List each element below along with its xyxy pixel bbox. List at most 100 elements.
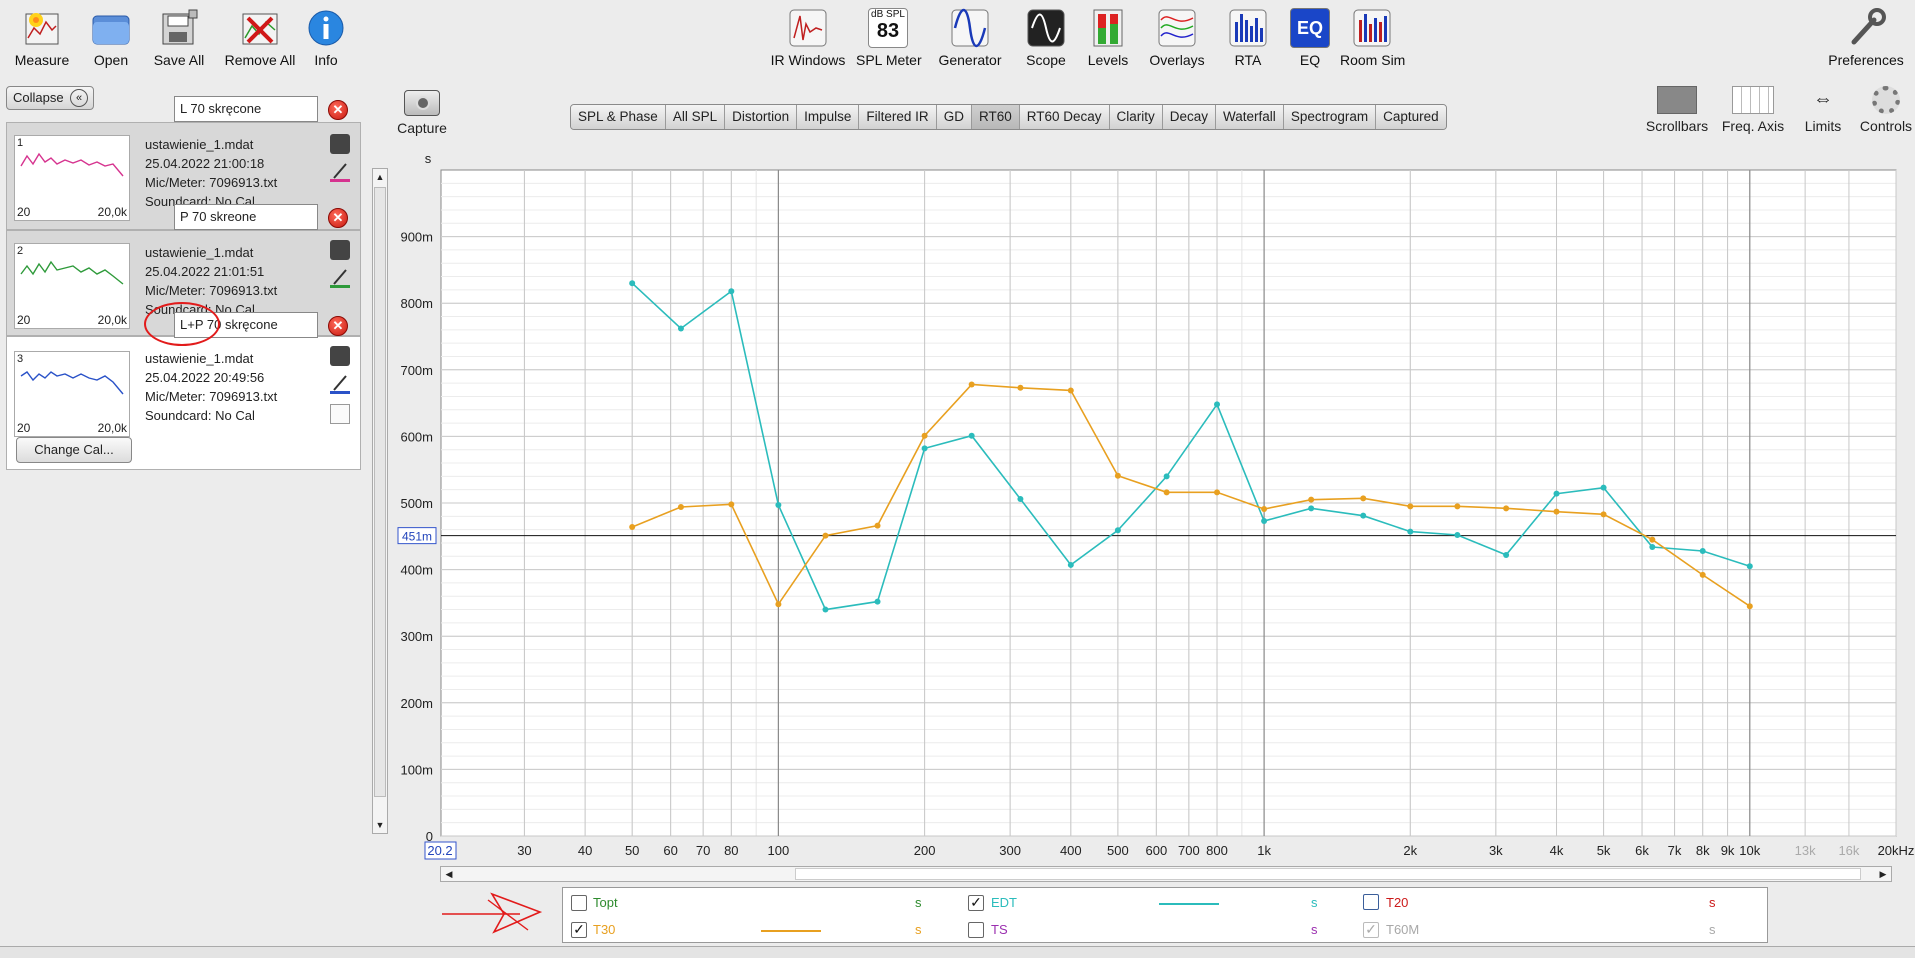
t30-data-point [775, 601, 782, 608]
preferences-label: Preferences [1828, 52, 1904, 68]
t20-checkbox[interactable] [1363, 894, 1379, 910]
vertical-scrollbar[interactable]: ▲ ▼ [372, 168, 388, 834]
edt-data-point [874, 598, 881, 605]
minigraph-2[interactable]: 2 20 20,0k [14, 243, 130, 329]
controls-button[interactable]: Controls [1858, 86, 1914, 134]
t30-checkbox[interactable]: ✓ [571, 922, 587, 938]
eq-icon-text: EQ [1296, 18, 1323, 38]
levels-icon [1088, 8, 1128, 48]
t30-data-point [1746, 603, 1753, 610]
remove-all-button[interactable]: Remove All [224, 8, 296, 68]
x-tick-label: 4k [1550, 843, 1564, 858]
tab-all-spl[interactable]: All SPL [665, 105, 726, 129]
edt-data-point [1454, 531, 1461, 538]
generator-button[interactable]: Generator [936, 8, 1004, 68]
edt-data-point [1017, 496, 1024, 503]
scrollbars-button[interactable]: Scrollbars [1644, 86, 1710, 134]
tab-waterfall[interactable]: Waterfall [1216, 105, 1284, 129]
minigraph-3[interactable]: 3 20 20,0k [14, 351, 130, 437]
capture-button[interactable]: Capture [396, 90, 448, 136]
scroll-right-arrow-icon[interactable]: ▶ [1875, 867, 1891, 881]
capture-label: Capture [397, 120, 447, 136]
h-scroll-thumb[interactable] [795, 868, 1861, 880]
x-tick-label: 9k [1721, 843, 1735, 858]
scroll-thumb[interactable] [374, 187, 386, 797]
spl-meter-label: SPL Meter [856, 52, 922, 68]
save-all-button[interactable]: Save All [150, 8, 208, 68]
delete-measurement-1-button[interactable]: ✕ [328, 100, 348, 120]
tab-filtered-ir[interactable]: Filtered IR [859, 105, 937, 129]
measurement-2-tools-icon[interactable] [330, 240, 350, 260]
overlays-button[interactable]: Overlays [1146, 8, 1208, 68]
x-tick-label: 6k [1635, 843, 1649, 858]
scroll-left-arrow-icon[interactable]: ◀ [441, 867, 457, 881]
rta-button[interactable]: RTA [1228, 8, 1268, 68]
t30-data-point [1163, 489, 1170, 496]
camera-icon [404, 90, 440, 116]
open-folder-icon [91, 8, 131, 48]
minigraph-hi-label: 20,0k [97, 313, 127, 327]
open-button[interactable]: Open [88, 8, 134, 68]
freq-axis-label: Freq. Axis [1721, 118, 1785, 134]
freq-axis-button[interactable]: Freq. Axis [1720, 86, 1786, 134]
edt-data-point [1649, 543, 1656, 550]
t30-data-point [1649, 536, 1656, 543]
edt-checkbox[interactable]: ✓ [968, 895, 984, 911]
tab-rt60-decay[interactable]: RT60 Decay [1019, 105, 1110, 129]
remove-all-icon [240, 8, 280, 48]
minigraph-1[interactable]: 1 20 20,0k [14, 135, 130, 221]
horizontal-scrollbar[interactable]: ◀ ▶ [440, 866, 1892, 882]
x-tick-label: 3k [1489, 843, 1503, 858]
measurement-name-input-1[interactable]: L 70 skręcone [174, 96, 318, 122]
ts-checkbox[interactable] [968, 922, 984, 938]
tab-spl-phase[interactable]: SPL & Phase [571, 105, 666, 129]
measure-button[interactable]: Measure [8, 8, 76, 68]
preferences-button[interactable]: Preferences [1824, 8, 1908, 68]
measurement-name-input-2[interactable]: P 70 skreone [174, 204, 318, 230]
measurement-1-tools-icon[interactable] [330, 134, 350, 154]
rt60-legend: Topt s ✓ EDT s T20 s ✓ T30 s TS s ✓ T60M… [562, 887, 1768, 943]
scope-button[interactable]: Scope [1020, 8, 1072, 68]
scope-label: Scope [1026, 52, 1066, 68]
tab-spectrogram[interactable]: Spectrogram [1283, 105, 1377, 129]
edt-data-point [921, 445, 928, 452]
tab-captured[interactable]: Captured [1376, 105, 1446, 129]
spl-meter-button[interactable]: dB SPL 83 SPL Meter [856, 8, 922, 68]
scroll-up-arrow-icon[interactable]: ▲ [373, 169, 387, 185]
measurement-2-color-pen-icon[interactable] [330, 268, 350, 288]
change-cal-button[interactable]: Change Cal... [16, 437, 132, 463]
collapse-button[interactable]: Collapse « [6, 86, 94, 110]
measurement-3-notes-icon[interactable] [330, 404, 350, 424]
tab-gd[interactable]: GD [936, 105, 972, 129]
tab-distortion[interactable]: Distortion [725, 105, 798, 129]
ir-windows-button[interactable]: IR Windows [770, 8, 846, 68]
edt-data-point [1163, 473, 1170, 480]
t30-data-point [677, 503, 684, 510]
minigraph-lo-label: 20 [17, 313, 31, 327]
measurement-3-tools-icon[interactable] [330, 346, 350, 366]
room-sim-button[interactable]: Room Sim [1340, 8, 1405, 68]
delete-measurement-3-button[interactable]: ✕ [328, 316, 348, 336]
levels-button[interactable]: Levels [1086, 8, 1130, 68]
cursor-label-box [397, 527, 437, 545]
measurement-3-color-pen-icon[interactable] [330, 374, 350, 394]
measurement-1-color-pen-icon[interactable] [330, 162, 350, 182]
edt-data-point [775, 501, 782, 508]
delete-measurement-2-button[interactable]: ✕ [328, 208, 348, 228]
tab-decay[interactable]: Decay [1162, 105, 1217, 129]
eq-icon: EQ [1290, 8, 1330, 48]
limits-button[interactable]: ⇔ Limits [1798, 86, 1848, 134]
info-button[interactable]: Info [306, 8, 346, 68]
x-tick-label: 8k [1696, 843, 1710, 858]
scroll-down-arrow-icon[interactable]: ▼ [373, 817, 387, 833]
ts-label: TS [991, 922, 1008, 937]
topt-checkbox[interactable] [571, 895, 587, 911]
levels-label: Levels [1087, 52, 1129, 68]
tab-clarity[interactable]: Clarity [1109, 105, 1163, 129]
tab-impulse[interactable]: Impulse [797, 105, 860, 129]
save-all-icon [159, 8, 199, 48]
tab-rt60[interactable]: RT60 [971, 105, 1020, 129]
x-tick-label: 100 [768, 843, 790, 858]
eq-button[interactable]: EQ EQ [1290, 8, 1330, 68]
minigraph-hi-label: 20,0k [97, 421, 127, 435]
